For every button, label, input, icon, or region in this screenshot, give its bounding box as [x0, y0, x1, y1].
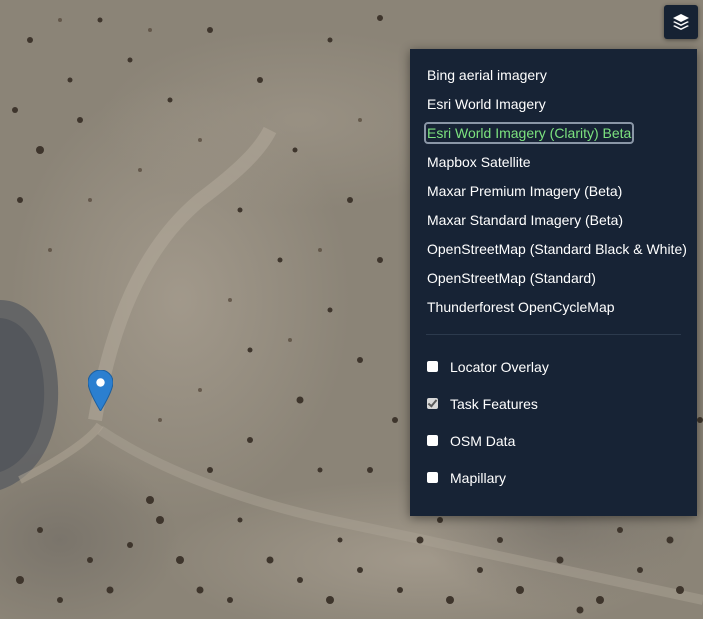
layer-switcher-button[interactable] [664, 5, 698, 39]
base-layer-label: Esri World Imagery (Clarity) Beta [423, 122, 635, 144]
base-layer-option[interactable]: Maxar Premium Imagery (Beta) [410, 177, 697, 206]
overlay-checkbox-checked[interactable] [427, 398, 438, 409]
base-layer-label: Maxar Premium Imagery (Beta) [427, 183, 623, 199]
base-layer-label: Thunderforest OpenCycleMap [427, 299, 615, 315]
base-layer-label: Maxar Standard Imagery (Beta) [427, 212, 624, 228]
base-layer-label: Mapbox Satellite [427, 154, 531, 170]
base-layer-option[interactable]: Bing aerial imagery [410, 61, 697, 90]
overlay-option-task-features[interactable]: Task Features [410, 385, 697, 422]
base-layer-option-selected[interactable]: Esri World Imagery (Clarity) Beta [410, 119, 697, 148]
overlay-option-mapillary[interactable]: Mapillary [410, 459, 697, 496]
overlay-option-locator[interactable]: Locator Overlay [410, 348, 697, 385]
overlay-label: OSM Data [450, 432, 516, 449]
overlay-list: Locator Overlay Task Features OSM Data M… [410, 348, 697, 496]
overlay-checkbox[interactable] [427, 361, 438, 372]
base-layer-option[interactable]: OpenStreetMap (Standard Black & White) [410, 235, 697, 264]
base-layer-option[interactable]: OpenStreetMap (Standard) [410, 264, 697, 293]
base-layer-label: OpenStreetMap (Standard Black & White) [427, 241, 687, 257]
overlay-checkbox[interactable] [427, 472, 438, 483]
base-layer-label: Esri World Imagery [427, 96, 546, 112]
overlay-option-osm-data[interactable]: OSM Data [410, 422, 697, 459]
layers-icon [673, 14, 689, 30]
overlay-label: Mapillary [450, 469, 507, 486]
overlay-label: Task Features [450, 395, 538, 412]
map-pin-icon [87, 369, 114, 412]
base-layer-label: Bing aerial imagery [427, 67, 547, 83]
base-layer-option[interactable]: Esri World Imagery [410, 90, 697, 119]
base-layer-label: OpenStreetMap (Standard) [427, 270, 596, 286]
layer-panel: Bing aerial imagery Esri World Imagery E… [410, 49, 697, 516]
panel-divider [426, 334, 681, 335]
base-layer-option[interactable]: Mapbox Satellite [410, 148, 697, 177]
overlay-label: Locator Overlay [450, 358, 549, 375]
map-pin-marker[interactable] [87, 369, 114, 412]
base-layer-list: Bing aerial imagery Esri World Imagery E… [410, 61, 697, 322]
overlay-checkbox[interactable] [427, 435, 438, 446]
base-layer-option[interactable]: Thunderforest OpenCycleMap [410, 293, 697, 322]
base-layer-option[interactable]: Maxar Standard Imagery (Beta) [410, 206, 697, 235]
